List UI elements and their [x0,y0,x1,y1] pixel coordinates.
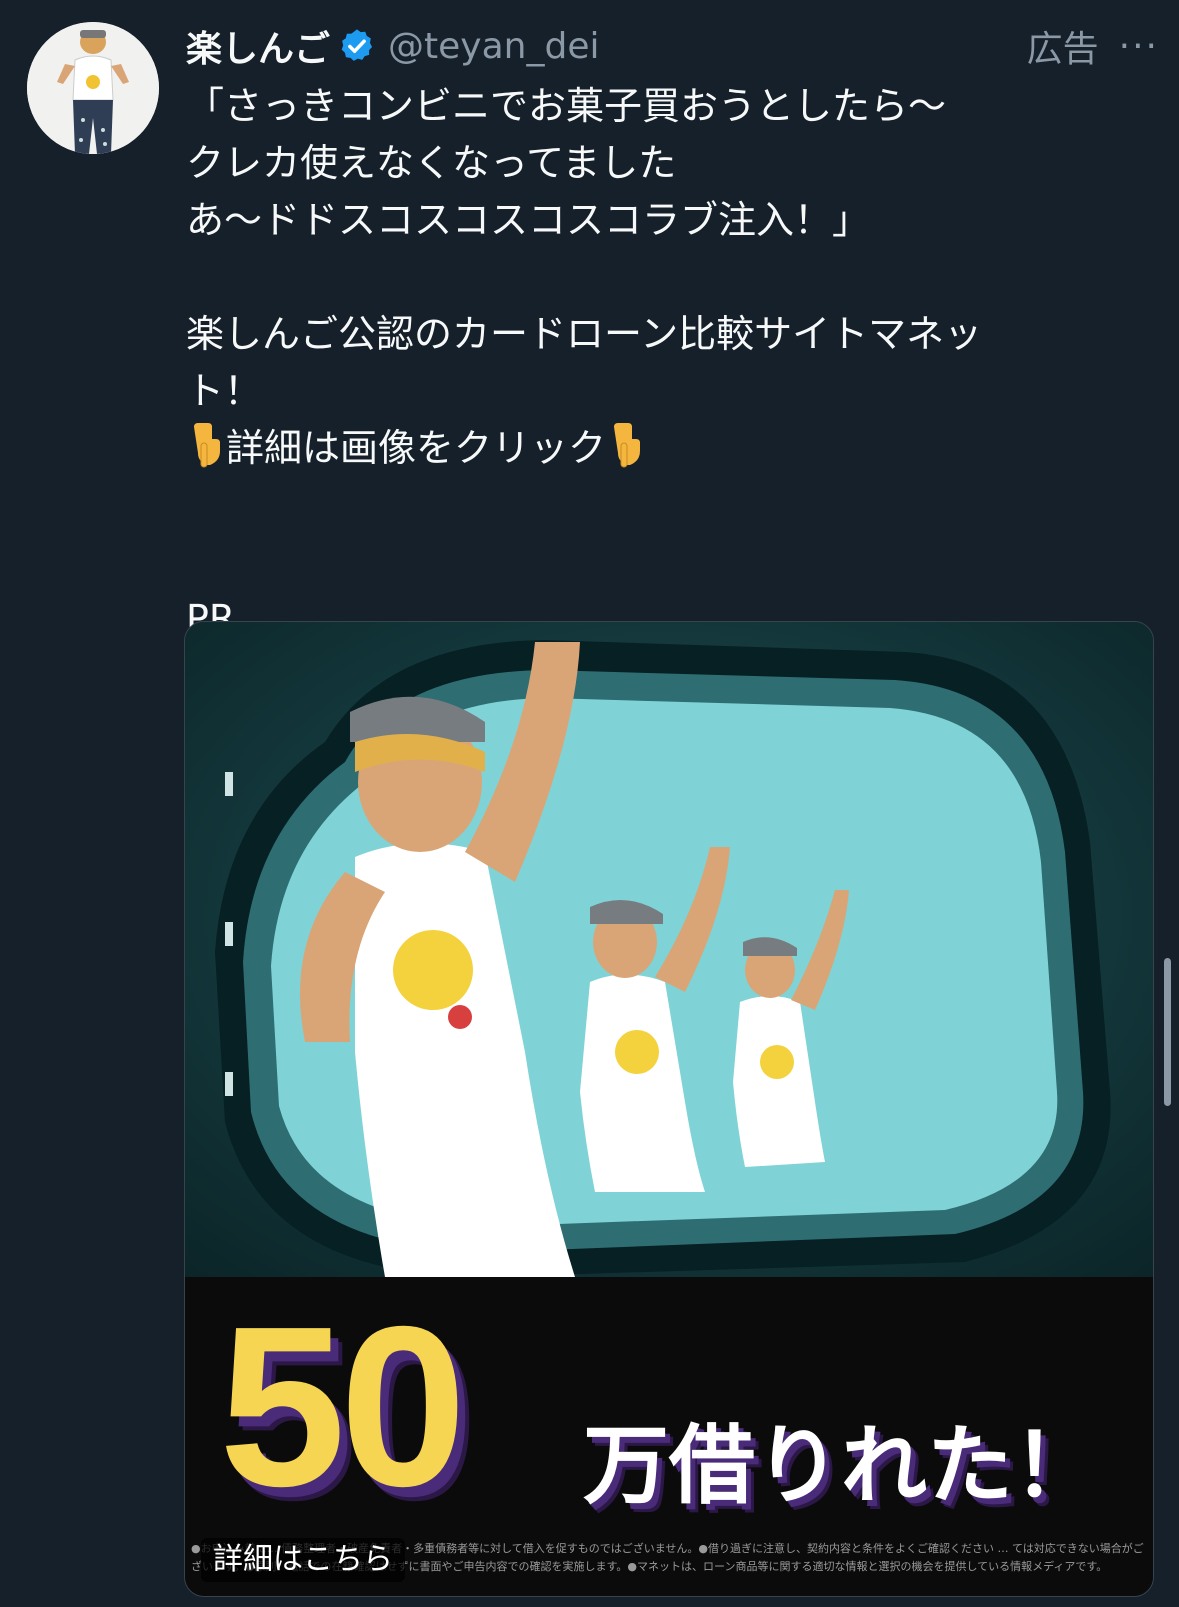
verified-badge-icon [341,29,373,61]
ad-tweet[interactable]: 楽しんご @teyan_dei 広告 ··· 「さっきコンビニでお菓子買おうとし… [0,0,1179,1607]
ad-image[interactable]: 50 万借りれた！ ●お申込み前に… 債務整理者・破産免責者・多重債務者等に対し… [184,621,1154,1597]
detail-link[interactable]: 詳細はこちら [201,1538,405,1582]
tweet-text: 「さっきコンビニでお菓子買おうとしたら〜 クレカ使えなくなってました あ〜ドドス… [186,78,1086,648]
cta-text: 詳細は画像をクリック [226,426,607,470]
more-options-icon[interactable]: ··· [1119,26,1159,67]
ad-photo [185,622,1153,1277]
scrollbar[interactable] [1164,958,1171,1106]
tweet-line: 「さっきコンビニでお菓子買おうとしたら〜 [186,84,947,128]
tweet-line: あ〜ドドスコスコスコスコラブ注入！」 [186,198,871,242]
pointing-down-icon [194,423,220,468]
banner-big-number: 50 [219,1280,467,1534]
avatar[interactable] [27,22,159,154]
author-display-name[interactable]: 楽しんご [186,20,330,72]
tweet-header: 楽しんご @teyan_dei 広告 ··· [186,18,1159,74]
pointing-down-icon [614,423,641,468]
tweet-line: クレカ使えなくなってました [186,141,677,185]
author-handle[interactable]: @teyan_dei [388,26,599,67]
tweet-cta-line: 詳細は画像をクリック [186,420,1086,477]
tweet-line: 楽しんご公認のカードローン比較サイトマネッ [186,312,983,356]
tweet-line: ト！ [186,369,263,413]
banner-tagline: 万借りれた！ [583,1416,1099,1516]
ad-banner: 50 万借りれた！ ●お申込み前に… 債務整理者・破産免責者・多重債務者等に対し… [185,1277,1153,1596]
ad-label: 広告 [1026,29,1099,70]
avatar-image [27,22,159,154]
